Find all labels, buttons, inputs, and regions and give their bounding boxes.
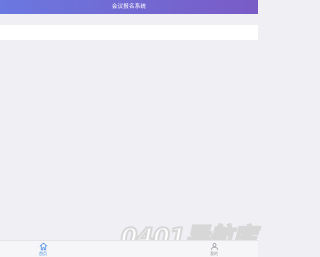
- user-icon: [210, 243, 218, 251]
- tab-home[interactable]: 首页: [33, 242, 53, 257]
- tab-home-label: 首页: [39, 251, 47, 256]
- page-title: 会议报名系统: [111, 4, 147, 10]
- home-icon: [39, 242, 47, 251]
- content-header-strip: [0, 25, 258, 40]
- tab-mine[interactable]: 我的: [204, 242, 224, 257]
- top-header: 会议报名系统: [0, 0, 258, 14]
- tab-mine-label: 我的: [210, 251, 218, 256]
- bottom-tab-bar: 首页 我的: [0, 240, 258, 257]
